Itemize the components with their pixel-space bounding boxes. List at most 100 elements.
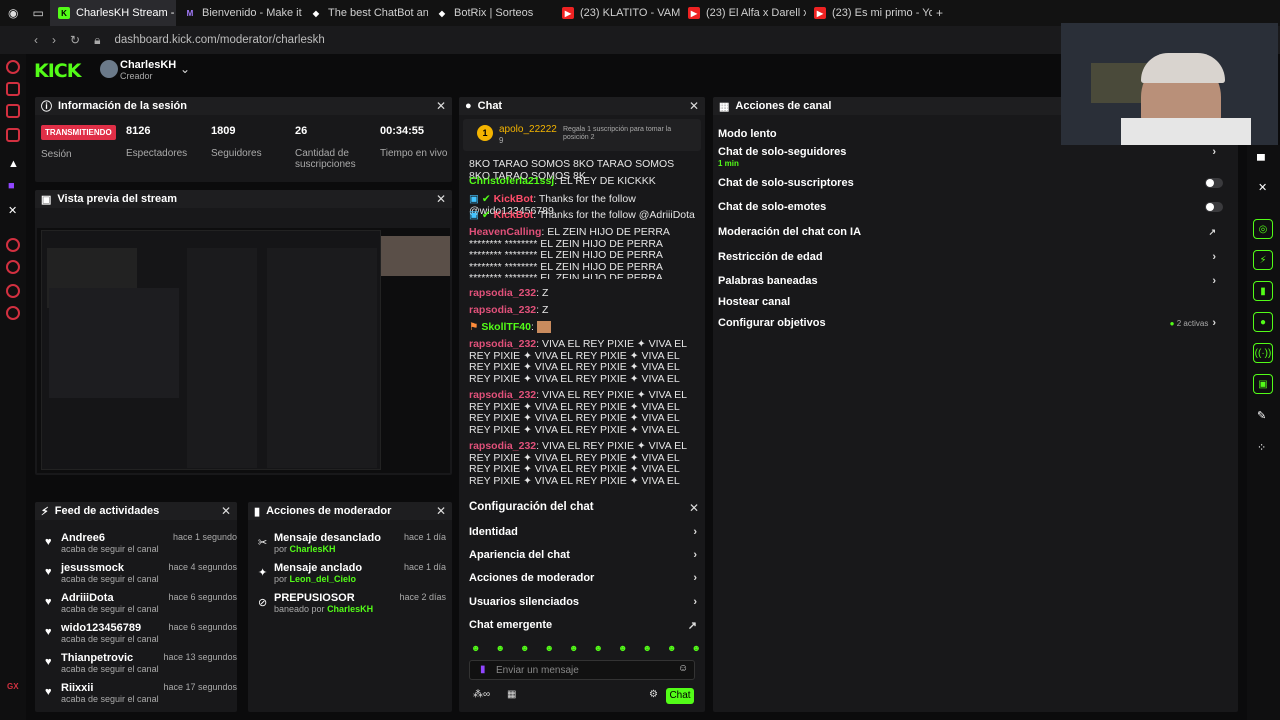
emoji-icon[interactable]: ☺ — [678, 663, 688, 674]
external-link-icon: ↗ — [1208, 226, 1216, 237]
ai-moderation-row[interactable]: Moderación del chat con IA ↗ — [718, 223, 1230, 241]
gear-icon[interactable]: ⚙︎ — [649, 689, 658, 700]
arrow-app-icon[interactable]: ▲ — [8, 158, 19, 170]
gx-icon[interactable]: GX — [7, 682, 19, 691]
settings-appearance[interactable]: Apariencia del chat › — [469, 546, 697, 564]
tab-youtube-1[interactable]: ▶ (23) KLATITO - VAMONO — [554, 0, 680, 26]
emote-icon: ☻ — [691, 643, 701, 653]
settings-popout-chat[interactable]: Chat emergente ↗ — [469, 616, 697, 634]
subscribers-only-row[interactable]: Chat de solo-suscriptores — [718, 174, 1230, 192]
tool-button[interactable]: ⚡︎ — [1253, 250, 1273, 270]
tool-button[interactable]: ▣ — [1253, 374, 1273, 394]
back-icon[interactable]: ‹ — [34, 33, 38, 47]
stream-preview-video[interactable] — [37, 228, 450, 473]
youtube-favicon-icon: ▶ — [688, 7, 700, 19]
host-channel-row[interactable]: Hostear canal — [718, 293, 1230, 311]
close-icon[interactable]: ✕ — [1258, 181, 1267, 194]
sidebar-app-icon[interactable] — [6, 82, 20, 96]
mic-icon[interactable]: ▮ — [480, 664, 486, 675]
gift-text: Regala 1 suscripción para tomar la posic… — [563, 126, 672, 141]
list-item: ♥︎ Riixxii acaba de seguir el canal hace 17… — [45, 682, 237, 704]
url-field[interactable]: dashboard.kick.com/moderator/charleskh — [114, 34, 324, 46]
tool-button[interactable]: ◎ — [1253, 219, 1273, 239]
tab-botrix[interactable]: ◆ BotRix | Sorteos — [428, 0, 554, 26]
apps-icon[interactable]: ⁘ — [1257, 441, 1266, 454]
stream-preview-panel: ▣ Vista previa del stream ✕ — [35, 190, 452, 475]
make-favicon-icon: M — [186, 8, 194, 18]
emote-icon: ☻ — [618, 643, 628, 653]
close-icon[interactable]: ✕ — [689, 501, 699, 515]
sidebar-toggle-icon[interactable]: ▭ — [32, 6, 43, 20]
chat-message: rapsodia_232: VIVA EL REY PIXIE ✦ VIVA E… — [469, 339, 687, 385]
emote-icon: ☻ — [520, 643, 530, 653]
settings-mod-actions[interactable]: Acciones de moderador › — [469, 569, 697, 587]
channel-switch-chevron-down-icon[interactable]: ⌄ — [180, 62, 190, 76]
tab-chatbot[interactable]: ◆ The best ChatBot and W — [302, 0, 428, 26]
chevron-right-icon: › — [693, 596, 697, 608]
tab-makeit[interactable]: M Bienvenido - Make it Mea — [176, 0, 302, 26]
emote-bar[interactable]: ☻ ☻ ☻ ☻ ☻ ☻ ☻ ☻ ☻ ☻ — [471, 643, 701, 655]
settings-muted-users[interactable]: Usuarios silenciados › — [469, 593, 697, 611]
emote-icon: ☻ — [569, 643, 579, 653]
close-icon[interactable]: ✕ — [436, 192, 446, 206]
close-icon[interactable]: ✕ — [689, 99, 699, 113]
gift-leaderboard[interactable]: 1 apolo_22222 9 Regala 1 suscripción par… — [463, 119, 701, 151]
banned-words-row[interactable]: Palabras baneadas › — [718, 272, 1230, 290]
youtube-favicon-icon: ▶ — [562, 7, 574, 19]
sidebar-app-icon[interactable] — [6, 238, 20, 252]
kick-favicon-icon: K — [58, 7, 70, 19]
send-chat-button[interactable]: Chat — [666, 688, 694, 704]
subscribers-only-toggle[interactable] — [1205, 178, 1223, 188]
close-icon[interactable]: ✕ — [221, 504, 231, 518]
chat-message: rapsodia_232: VIVA EL REY PIXIE ✦ VIVA E… — [469, 441, 687, 487]
goals-row[interactable]: Configurar objetivos ● 2 activas › — [718, 314, 1230, 332]
tool-button[interactable]: ((·)) — [1253, 343, 1273, 363]
chat-message: HeavenCalling: EL ZEIN HIJO DE PERRA ***… — [469, 227, 670, 279]
chat-settings-title: Configuración del chat — [469, 501, 594, 513]
tab-kick[interactable]: K CharlesKH Stream - Kick — [50, 0, 176, 26]
sidebar-app-icon[interactable] — [6, 104, 20, 118]
chevron-right-icon: › — [693, 526, 697, 538]
tab-youtube-3[interactable]: ▶ (23) Es mi primo - YouTub — [806, 0, 932, 26]
emotes-only-toggle[interactable] — [1205, 202, 1223, 212]
tab-youtube-2[interactable]: ▶ (23) El Alfa x Darell x Nor — [680, 0, 806, 26]
close-icon[interactable]: ✕ — [436, 504, 446, 518]
chat-input[interactable]: ▮ Enviar un mensaje ☺ — [469, 660, 695, 680]
heart-icon: ♥︎ — [45, 626, 52, 638]
gift-icon[interactable]: ▦ — [507, 689, 516, 700]
twitch-icon[interactable]: ■ — [8, 180, 15, 192]
panel-title: Feed de actividades — [54, 505, 160, 517]
moderator-actions-panel: ▮ Acciones de moderador ✕ ✂︎ Mensaje desanc… — [248, 502, 452, 712]
sidebar-app-icon[interactable] — [6, 284, 20, 298]
heart-icon: ♥︎ — [45, 536, 52, 548]
close-icon[interactable]: ✕ — [436, 99, 446, 113]
tool-button[interactable]: ▮ — [1253, 281, 1273, 301]
forward-icon[interactable]: › — [52, 33, 56, 47]
chat-message: rapsodia_232: Z — [469, 287, 549, 299]
kick-logo[interactable]: KICK — [34, 60, 81, 82]
history-icon[interactable] — [6, 260, 20, 274]
menu-icon[interactable]: ◉ — [8, 6, 18, 20]
followers-only-row[interactable]: Chat de solo-seguidores 1 min › — [718, 146, 1230, 170]
age-restriction-row[interactable]: Restricción de edad › — [718, 248, 1230, 266]
sidebar-app-icon[interactable] — [6, 60, 20, 74]
layout-icon[interactable]: ▀ — [1257, 155, 1265, 167]
webcam-overlay — [1061, 23, 1278, 145]
preview-icon: ▣ — [41, 193, 52, 206]
new-tab-icon[interactable]: + — [932, 6, 943, 20]
panel-title: Información de la sesión — [58, 100, 187, 112]
tool-button[interactable]: ● — [1253, 312, 1273, 332]
wrench-icon[interactable]: ✎ — [1257, 409, 1266, 422]
avatar — [100, 60, 118, 78]
points-icon[interactable]: ⁂∞ — [473, 689, 490, 700]
settings-icon[interactable] — [6, 306, 20, 320]
channel-actions-panel: ▦ Acciones de canal Modo lento Chat de so… — [713, 97, 1238, 712]
settings-identity[interactable]: Identidad › — [469, 523, 697, 541]
emotes-only-row[interactable]: Chat de solo-emotes — [718, 198, 1230, 216]
reload-icon[interactable]: ↻ — [70, 33, 80, 47]
tab-label: Bienvenido - Make it Mea — [202, 7, 302, 19]
sidebar-app-icon[interactable] — [6, 128, 20, 142]
x-icon[interactable]: ✕ — [8, 204, 17, 217]
info-icon: ⓘ — [41, 101, 52, 113]
chat-message: Christoferla21ssj: EL REY DE KICKKK — [469, 175, 656, 187]
